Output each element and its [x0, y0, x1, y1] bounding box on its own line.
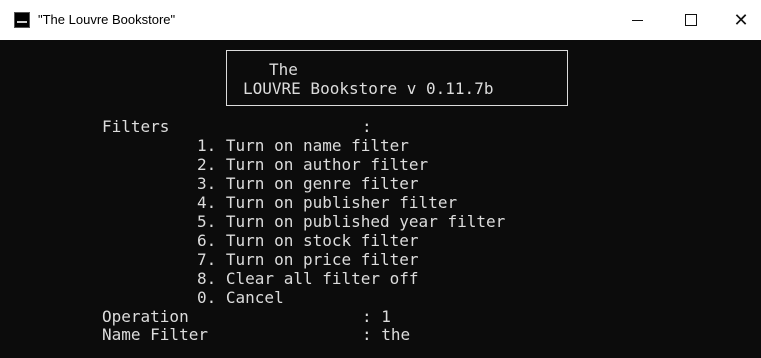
- menu-option: 4. Turn on publisher filter: [197, 193, 458, 212]
- close-button[interactable]: ✕: [718, 0, 761, 40]
- console-output[interactable]: The LOUVRE Bookstore v 0.11.7b Filters :…: [0, 40, 761, 358]
- maximize-button[interactable]: [668, 0, 714, 40]
- close-icon: ✕: [733, 10, 749, 30]
- minimize-button[interactable]: [614, 0, 660, 40]
- menu-option: 8. Clear all filter off: [197, 269, 419, 288]
- operation-label: Operation: [102, 307, 189, 326]
- menu-option: 1. Turn on name filter: [197, 136, 409, 155]
- menu-option: 6. Turn on stock filter: [197, 231, 419, 250]
- window-titlebar: "The Louvre Bookstore" ✕: [0, 0, 761, 40]
- menu-option: 2. Turn on author filter: [197, 155, 429, 174]
- window-title: "The Louvre Bookstore": [38, 12, 176, 27]
- name-filter-value: : the: [362, 325, 411, 344]
- menu-option: 5. Turn on published year filter: [197, 212, 506, 231]
- menu-option: 0. Cancel: [197, 288, 284, 307]
- filters-label: Filters: [102, 117, 170, 136]
- menu-option: 7. Turn on price filter: [197, 250, 419, 269]
- minimize-icon: [631, 19, 643, 21]
- console-app-icon: [14, 12, 30, 28]
- name-filter-label: Name Filter: [102, 325, 208, 344]
- banner-line-1: The: [269, 60, 298, 79]
- banner-line-2: LOUVRE Bookstore v 0.11.7b: [243, 79, 494, 98]
- app-banner: The LOUVRE Bookstore v 0.11.7b: [226, 50, 568, 106]
- menu-option: 3. Turn on genre filter: [197, 174, 419, 193]
- filters-colon: :: [362, 117, 372, 136]
- maximize-icon: [685, 14, 697, 27]
- operation-value: : 1: [362, 307, 391, 326]
